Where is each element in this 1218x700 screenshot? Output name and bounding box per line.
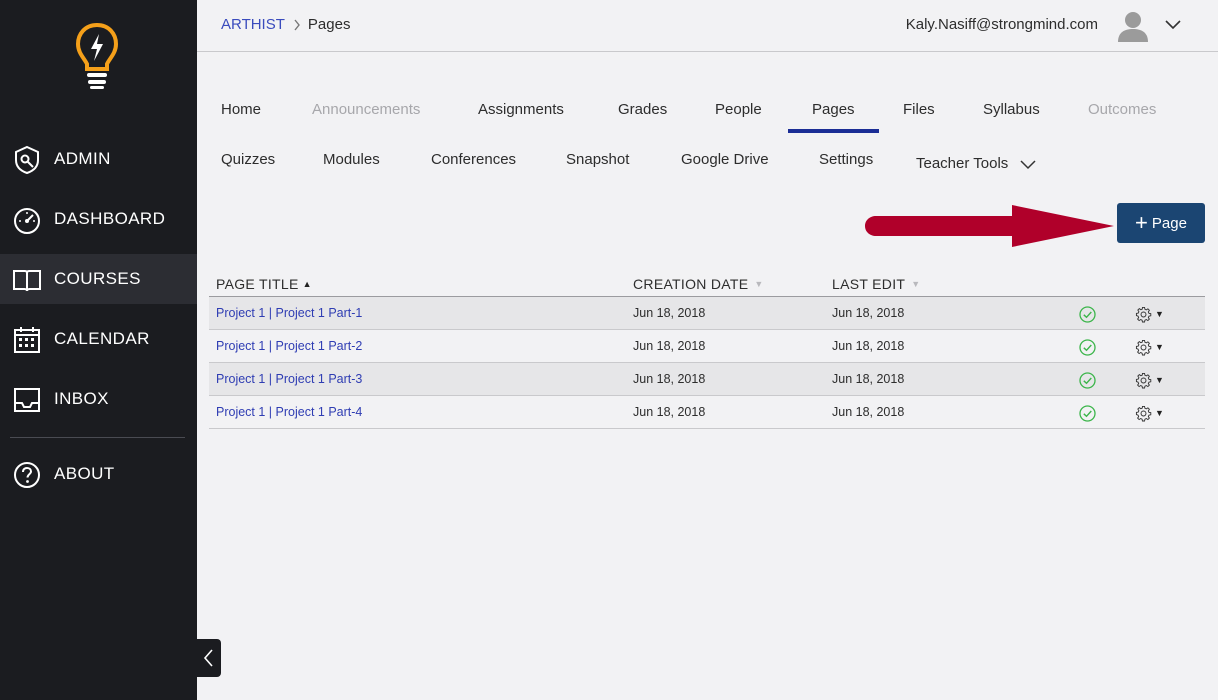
gear-icon <box>1135 306 1152 322</box>
sidebar-item-about[interactable]: ABOUT <box>0 449 197 499</box>
tab-pages[interactable]: Pages <box>812 101 855 118</box>
sidebar-item-admin[interactable]: ADMIN <box>0 134 197 184</box>
sort-descending-icon: ▼ <box>911 279 921 289</box>
user-email[interactable]: Kaly.Nasiff@strongmind.com <box>906 16 1098 33</box>
tab-quizzes[interactable]: Quizzes <box>221 151 275 168</box>
creation-date: Jun 18, 2018 <box>633 372 706 386</box>
sidebar-item-inbox[interactable]: INBOX <box>0 374 197 424</box>
caret-down-icon: ▼ <box>1155 342 1164 352</box>
sidebar-item-label: COURSES <box>54 269 141 288</box>
breadcrumb: ARTHIST Pages <box>221 16 350 33</box>
active-tab-indicator <box>788 129 879 133</box>
table-row: Project 1 | Project 1 Part-4 Jun 18, 201… <box>209 396 1205 429</box>
inbox-icon <box>14 388 40 412</box>
annotation-arrow-icon <box>865 205 1114 247</box>
row-settings-menu[interactable]: ▼ <box>1135 338 1167 356</box>
page-title-link[interactable]: Project 1 | Project 1 Part-1 <box>216 306 362 320</box>
chevron-down-icon[interactable] <box>1164 16 1182 34</box>
last-edit-date: Jun 18, 2018 <box>832 405 905 419</box>
sidebar-item-dashboard[interactable]: DASHBOARD <box>0 194 197 244</box>
tab-outcomes[interactable]: Outcomes <box>1088 101 1156 118</box>
tab-teacher-tools-label: Teacher Tools <box>916 155 1009 172</box>
row-settings-menu[interactable]: ▼ <box>1135 404 1167 422</box>
gear-icon <box>1135 339 1152 355</box>
admin-shield-icon <box>15 145 39 175</box>
breadcrumb-course-link[interactable]: ARTHIST <box>221 16 285 33</box>
creation-date: Jun 18, 2018 <box>633 339 706 353</box>
add-page-label: Page <box>1151 214 1187 232</box>
top-header: ARTHIST Pages Kaly.Nasiff@strongmind.com <box>197 0 1218 52</box>
published-check-icon[interactable] <box>1079 339 1096 356</box>
tab-files[interactable]: Files <box>903 101 935 118</box>
tab-home[interactable]: Home <box>221 101 261 118</box>
sidebar-item-courses[interactable]: COURSES <box>0 254 197 304</box>
sidebar: ADMIN DASHBOARD COURSES CALENDAR INBOX A… <box>0 0 197 700</box>
page-title-link[interactable]: Project 1 | Project 1 Part-3 <box>216 372 362 386</box>
row-settings-menu[interactable]: ▼ <box>1135 371 1167 389</box>
tab-teacher-tools[interactable]: Teacher Tools <box>916 155 1036 172</box>
published-check-icon[interactable] <box>1079 372 1096 389</box>
sidebar-item-label: ADMIN <box>54 149 111 168</box>
calendar-icon <box>14 327 40 353</box>
last-edit-date: Jun 18, 2018 <box>832 339 905 353</box>
sidebar-item-label: INBOX <box>54 389 109 408</box>
chevron-left-icon <box>203 649 213 667</box>
sidebar-item-calendar[interactable]: CALENDAR <box>0 314 197 364</box>
column-header-label: LAST EDIT <box>832 276 906 292</box>
sidebar-item-label: CALENDAR <box>54 329 150 348</box>
tab-announcements[interactable]: Announcements <box>312 101 420 118</box>
last-edit-date: Jun 18, 2018 <box>832 372 905 386</box>
tab-google-drive[interactable]: Google Drive <box>681 151 769 168</box>
breadcrumb-current-page: Pages <box>307 16 351 33</box>
tab-modules[interactable]: Modules <box>323 151 380 168</box>
add-page-button[interactable]: + Page <box>1117 203 1205 243</box>
creation-date: Jun 18, 2018 <box>633 405 706 419</box>
table-row: Project 1 | Project 1 Part-3 Jun 18, 201… <box>209 363 1205 396</box>
column-header-label: PAGE TITLE <box>216 276 299 292</box>
gear-icon <box>1135 372 1152 388</box>
tab-snapshot[interactable]: Snapshot <box>566 151 629 168</box>
speedometer-icon <box>14 208 40 234</box>
page-title-link[interactable]: Project 1 | Project 1 Part-4 <box>216 405 362 419</box>
tab-people[interactable]: People <box>715 101 762 118</box>
sort-descending-icon: ▼ <box>754 279 764 289</box>
lightbulb-logo-icon[interactable] <box>74 22 120 90</box>
sidebar-item-label: DASHBOARD <box>54 209 166 228</box>
creation-date: Jun 18, 2018 <box>633 306 706 320</box>
collapse-sidebar-button[interactable] <box>197 639 221 677</box>
column-header-creation-date[interactable]: CREATION DATE ▼ <box>633 276 764 292</box>
column-header-label: CREATION DATE <box>633 276 749 292</box>
question-icon <box>14 462 40 488</box>
sidebar-divider <box>10 437 185 438</box>
tab-grades[interactable]: Grades <box>618 101 667 118</box>
caret-down-icon: ▼ <box>1155 309 1164 319</box>
chevron-down-icon <box>1020 160 1036 170</box>
caret-down-icon: ▼ <box>1155 375 1164 385</box>
table-row: Project 1 | Project 1 Part-1 Jun 18, 201… <box>209 297 1205 330</box>
column-header-last-edit[interactable]: LAST EDIT ▼ <box>832 276 920 292</box>
avatar[interactable] <box>1115 8 1151 44</box>
plus-icon: + <box>1135 210 1148 235</box>
book-icon <box>13 270 41 292</box>
tab-syllabus[interactable]: Syllabus <box>983 101 1040 118</box>
page-title-link[interactable]: Project 1 | Project 1 Part-2 <box>216 339 362 353</box>
published-check-icon[interactable] <box>1079 306 1096 323</box>
sort-ascending-icon: ▲ <box>302 279 312 289</box>
column-header-page-title[interactable]: PAGE TITLE ▲ <box>216 276 312 292</box>
tab-conferences[interactable]: Conferences <box>431 151 516 168</box>
last-edit-date: Jun 18, 2018 <box>832 306 905 320</box>
table-row: Project 1 | Project 1 Part-2 Jun 18, 201… <box>209 330 1205 363</box>
tab-assignments[interactable]: Assignments <box>478 101 564 118</box>
tab-settings[interactable]: Settings <box>819 151 873 168</box>
gear-icon <box>1135 405 1152 421</box>
breadcrumb-chevron-icon <box>294 19 300 30</box>
published-check-icon[interactable] <box>1079 405 1096 422</box>
row-settings-menu[interactable]: ▼ <box>1135 305 1167 323</box>
caret-down-icon: ▼ <box>1155 408 1164 418</box>
sidebar-item-label: ABOUT <box>54 464 115 483</box>
